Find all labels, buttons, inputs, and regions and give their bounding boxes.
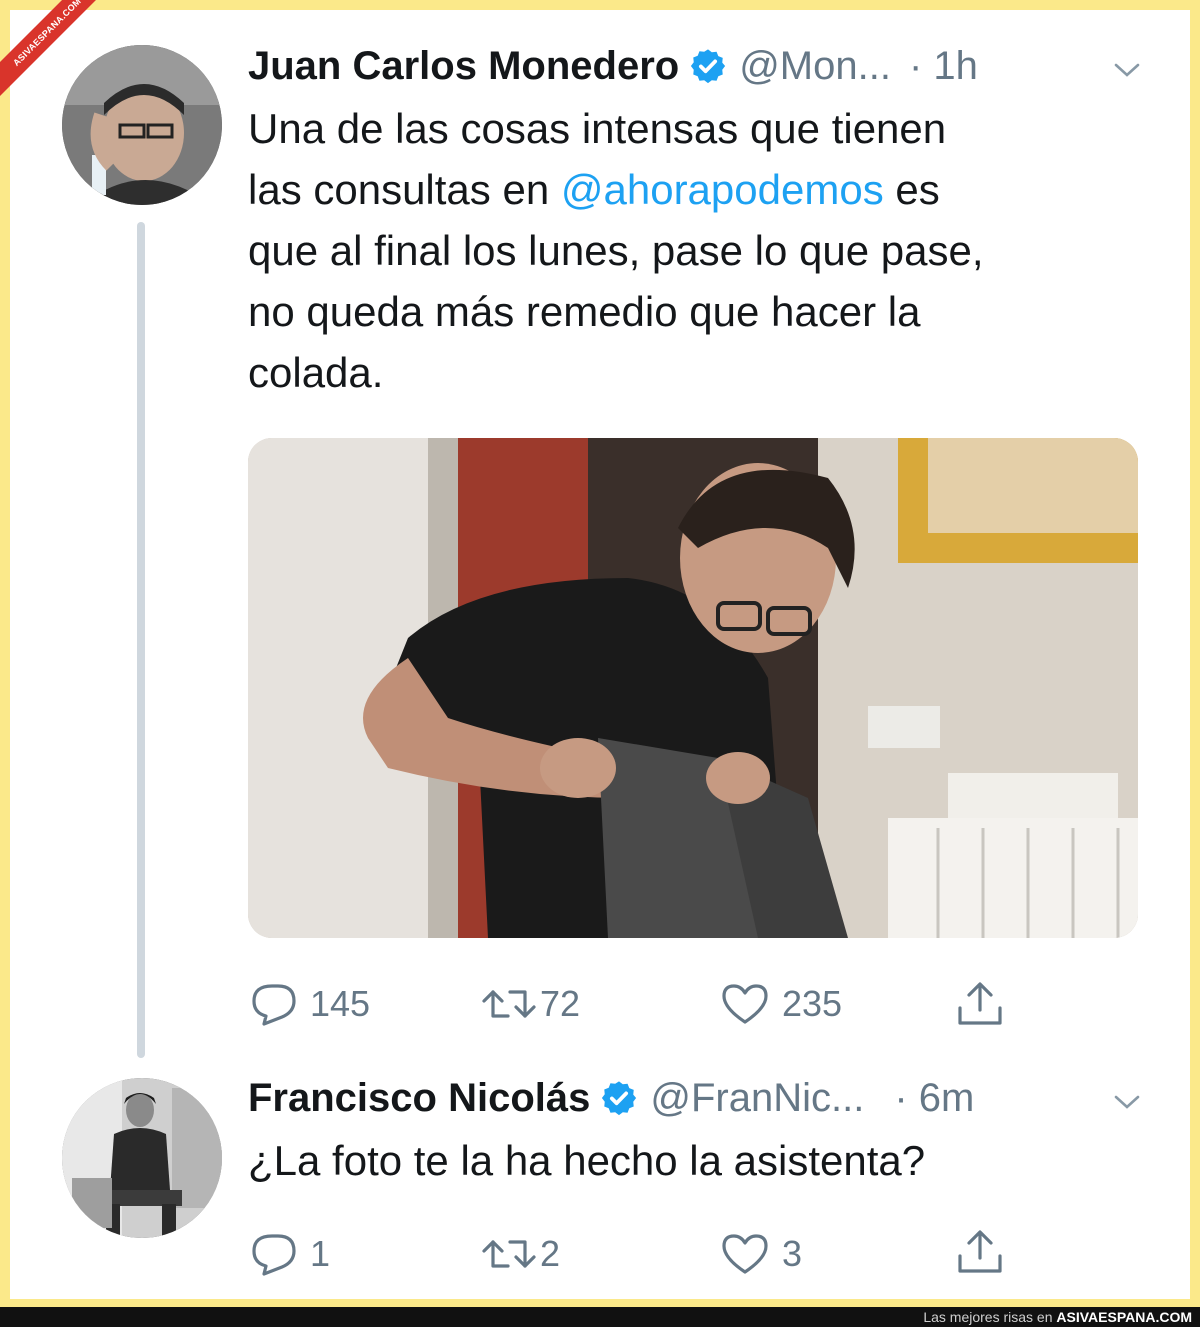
- avatar-photo: [62, 45, 222, 205]
- verified-badge-icon: [691, 49, 726, 84]
- reply-icon: [252, 984, 296, 1026]
- thread-connector: [137, 222, 145, 1058]
- like-icon: [722, 1234, 768, 1274]
- tweet1-handle[interactable]: @Mon...: [739, 42, 891, 90]
- share-icon: [958, 1230, 1002, 1273]
- tweet2-retweet-count: 2: [540, 1233, 561, 1274]
- tweet1-mention-link[interactable]: @ahorapodemos: [561, 166, 884, 213]
- tweet1-text: Una de las cosas intensas que tienen las…: [248, 98, 1148, 403]
- tweet2-share-button[interactable]: [955, 1228, 1005, 1276]
- footer-text: Las mejores risas en: [923, 1309, 1057, 1325]
- tweet1-header: Juan Carlos Monedero @Mon... · 1h: [248, 42, 978, 90]
- chevron-down-icon[interactable]: [1112, 1092, 1142, 1112]
- tweet1-reply-button[interactable]: 145: [250, 982, 370, 1026]
- tweet1-retweet-count: 72: [540, 983, 581, 1024]
- verified-badge-icon: [602, 1081, 637, 1116]
- retweet-icon: [482, 990, 536, 1018]
- tweet1-photo[interactable]: [248, 438, 1138, 938]
- tweet2-retweet-button[interactable]: 2: [480, 1232, 560, 1276]
- avatar-francisco[interactable]: [62, 1078, 222, 1238]
- tweet1-like-button[interactable]: 235: [720, 982, 842, 1026]
- retweet-icon: [482, 1240, 536, 1268]
- avatar-juan-carlos[interactable]: [62, 45, 222, 205]
- tweet2-header: Francisco Nicolás @FranNic... · 6m: [248, 1074, 974, 1122]
- tweet2-text: ¿La foto te la ha hecho la asistenta?: [248, 1137, 926, 1184]
- tweet1-time[interactable]: · 1h: [909, 42, 978, 90]
- tweet2-author-name[interactable]: Francisco Nicolás: [248, 1074, 590, 1122]
- chevron-down-icon[interactable]: [1112, 60, 1142, 80]
- tweet2-reply-count: 1: [310, 1233, 331, 1274]
- tweet1-reply-count: 145: [310, 983, 371, 1024]
- site-footer: Las mejores risas en ASIVAESPANA.COM: [0, 1307, 1200, 1327]
- tweet1-retweet-button[interactable]: 72: [480, 982, 580, 1026]
- tweet1-like-count: 235: [782, 983, 843, 1024]
- tweet2-like-count: 3: [782, 1233, 803, 1274]
- tweet1-author-name[interactable]: Juan Carlos Monedero: [248, 42, 679, 90]
- like-icon: [722, 984, 768, 1024]
- footer-site-link[interactable]: ASIVAESPANA.COM: [1056, 1309, 1192, 1325]
- reply-icon: [252, 1234, 296, 1276]
- tweet1-share-button[interactable]: [955, 980, 1005, 1028]
- avatar-photo: [62, 1078, 222, 1238]
- tweet-photo-image: [248, 438, 1138, 938]
- share-icon: [958, 982, 1002, 1025]
- tweet2-like-button[interactable]: 3: [720, 1232, 802, 1276]
- tweet2-handle[interactable]: @FranNic...: [650, 1074, 864, 1122]
- tweet2-time[interactable]: · 6m: [894, 1074, 974, 1122]
- tweet2-reply-button[interactable]: 1: [250, 1232, 330, 1276]
